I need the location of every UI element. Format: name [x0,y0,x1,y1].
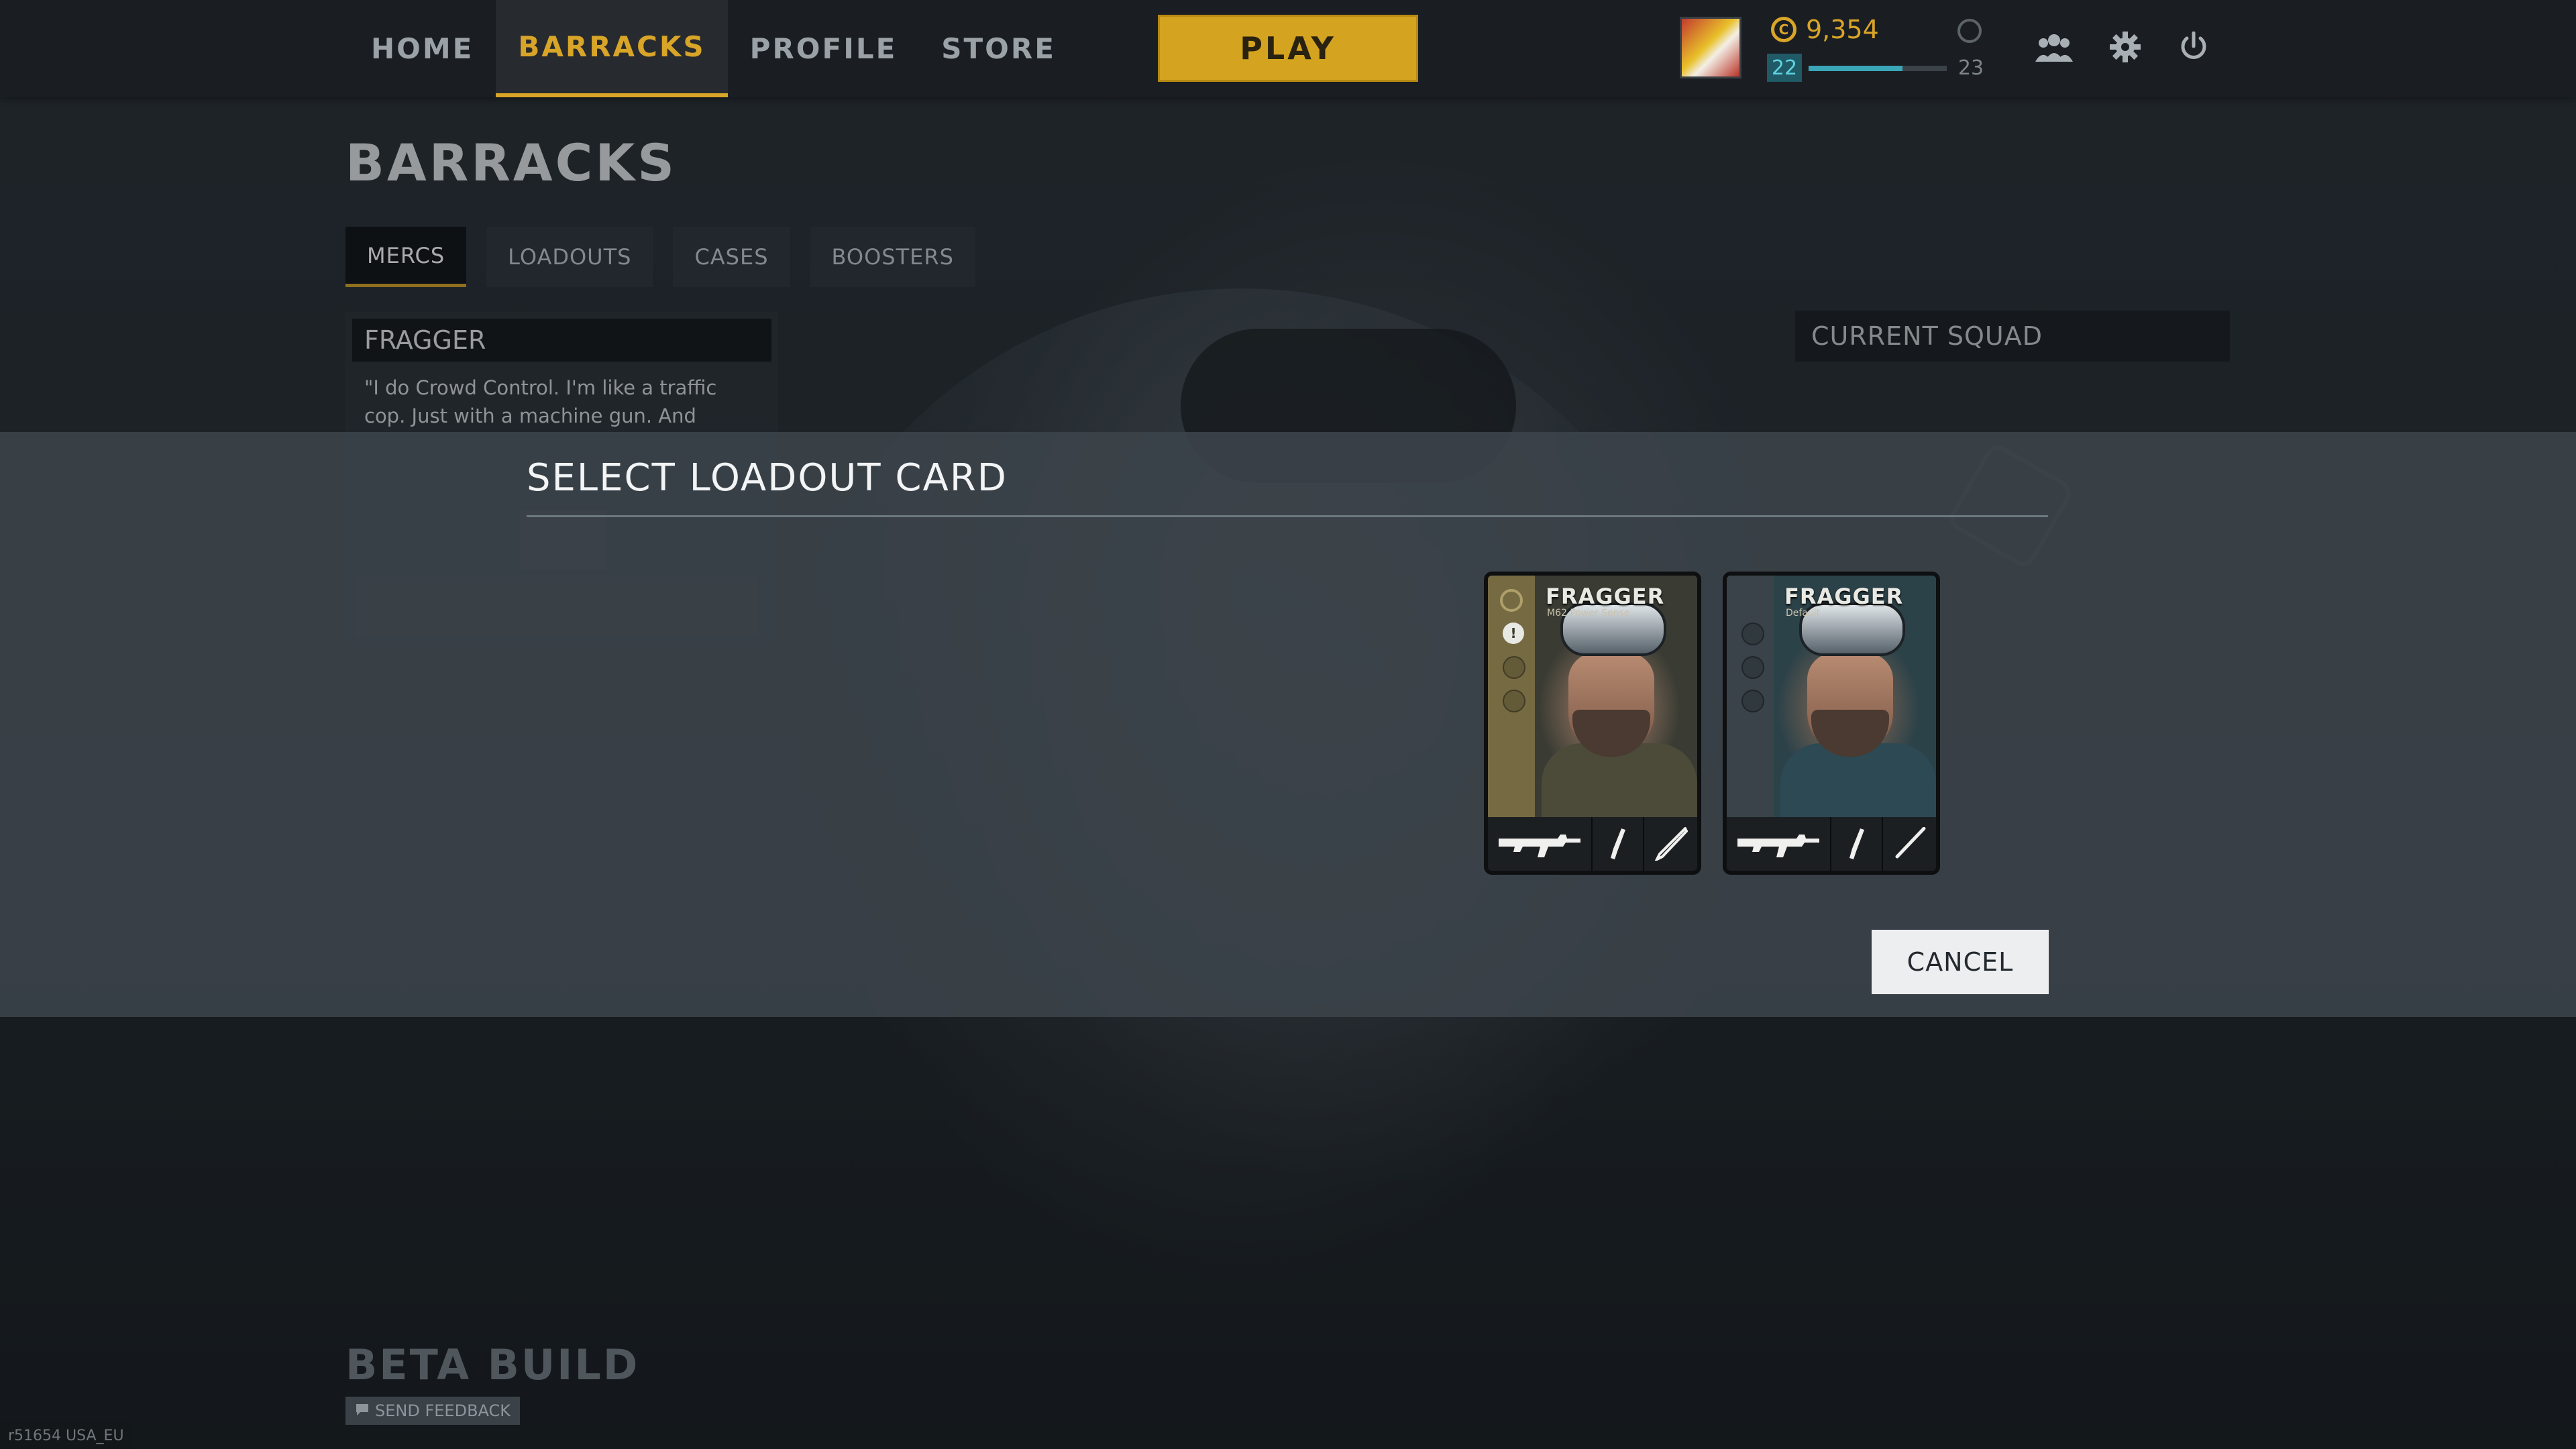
card-subtitle: M62 Power Sense [1547,608,1630,619]
nav-barracks[interactable]: BARRACKS [496,0,728,97]
card-name: FRAGGER [1546,584,1665,609]
version-label: r51654 USA_EU [0,1422,132,1449]
nav-store[interactable]: STORE [919,0,1078,97]
augment-slot [1503,690,1525,712]
nav-profile[interactable]: PROFILE [728,0,920,97]
chat-bubble-icon [355,1401,370,1420]
augment-icon: ! [1503,623,1524,644]
cancel-button[interactable]: CANCEL [1872,930,2049,994]
avatar[interactable] [1680,17,1741,78]
friends-icon[interactable] [2034,27,2074,67]
rifle-icon [1488,817,1591,871]
play-button[interactable]: PLAY [1158,15,1418,82]
xp-progress-fill [1809,66,1903,71]
card-weapons [1727,817,1936,871]
augment-slot [1741,690,1764,712]
loadout-card-2[interactable]: FRAGGER Default [1723,572,1940,875]
level-current: 22 [1767,54,1802,82]
credits-value: 9,354 [1806,15,1879,44]
augment-slot [1741,623,1764,645]
xp-progress-bar [1809,66,1947,71]
card-subtitle: Default [1786,608,1821,619]
modal-divider [527,515,2048,517]
gear-icon[interactable] [2105,27,2145,67]
top-nav-bar: HOME BARRACKS PROFILE STORE PLAY C 9,354… [0,0,2576,97]
rifle-icon [1727,817,1830,871]
level-next: 23 [1957,56,1984,80]
modal-title: SELECT LOADOUT CARD [527,456,1008,500]
card-name: FRAGGER [1784,584,1904,609]
loadout-card-1[interactable]: ! FRAGGER M62 Power Sense [1484,572,1701,875]
send-feedback-button[interactable]: SEND FEEDBACK [345,1397,521,1425]
power-icon[interactable] [2174,27,2214,67]
pistol-icon [1830,817,1882,871]
beta-build-label: BETA BUILD [345,1340,640,1389]
nav-home[interactable]: HOME [349,0,496,97]
main-nav: HOME BARRACKS PROFILE STORE [349,0,1078,97]
refresh-icon[interactable] [1957,19,1982,43]
loadout-modal [0,432,2576,1017]
pistol-icon [1591,817,1643,871]
feedback-label: SEND FEEDBACK [375,1401,511,1420]
knife-icon [1643,817,1697,871]
credits-display: C 9,354 [1771,15,1879,44]
knife-icon [1882,817,1936,871]
card-weapons [1488,817,1697,871]
credits-icon: C [1771,17,1796,42]
augment-slot [1741,656,1764,679]
augment-slot [1503,656,1525,679]
card-brand-icon [1500,589,1523,612]
